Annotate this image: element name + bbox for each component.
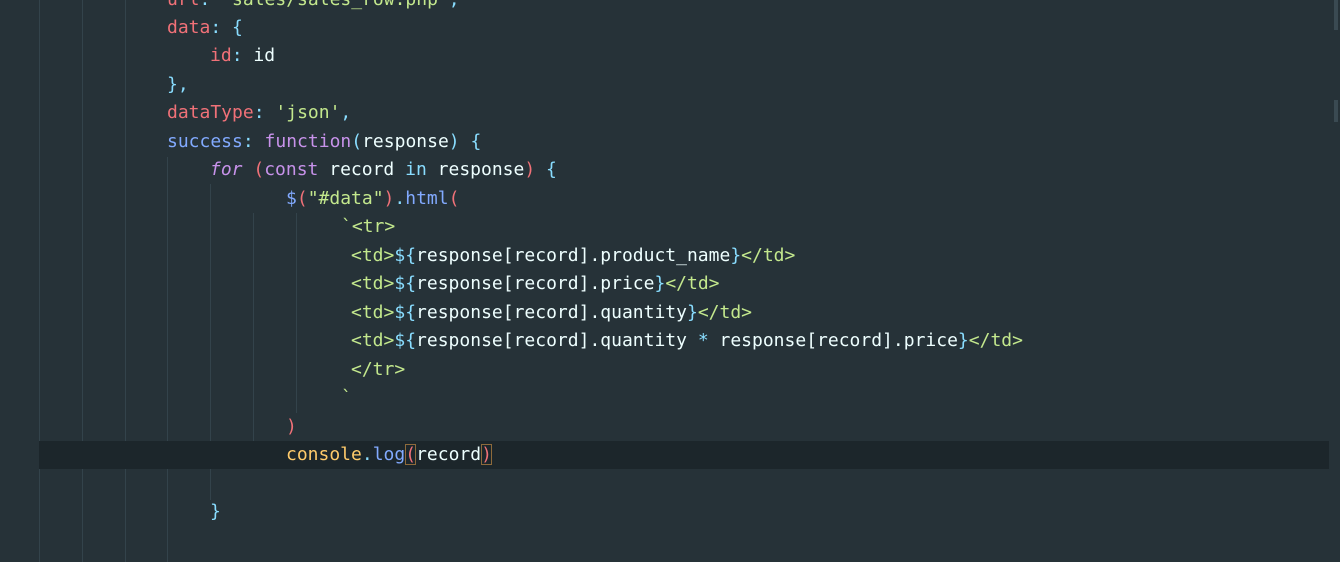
code-token: <td> bbox=[351, 273, 395, 294]
code-token: ( bbox=[253, 159, 265, 180]
code-line[interactable]: $("#data").html( bbox=[0, 185, 1340, 213]
code-token: response bbox=[437, 159, 525, 180]
code-token: function bbox=[264, 131, 352, 152]
code-token: </td> bbox=[697, 302, 753, 323]
code-token: ${ bbox=[394, 302, 417, 323]
code-token: : bbox=[242, 131, 254, 152]
code-token: <td> bbox=[351, 302, 395, 323]
code-token: ${ bbox=[394, 245, 417, 266]
code-token: } bbox=[957, 330, 969, 351]
code-token: ` bbox=[341, 387, 352, 408]
scrollbar-thumb[interactable] bbox=[1334, 0, 1338, 30]
scrollbar-marker bbox=[1334, 100, 1338, 122]
code-token: { bbox=[546, 159, 557, 180]
code-token: url bbox=[167, 0, 200, 10]
code-token: record bbox=[329, 159, 395, 180]
code-token: ) bbox=[448, 131, 460, 152]
code-token: response[record].quantity bbox=[416, 330, 687, 351]
code-line[interactable]: for (const record in response) { bbox=[0, 156, 1340, 184]
code-token: id bbox=[210, 45, 232, 66]
code-token: for bbox=[210, 159, 243, 180]
code-token: }, bbox=[167, 74, 189, 95]
code-token: html bbox=[405, 188, 449, 209]
code-line[interactable]: dataType: 'json', bbox=[0, 99, 1340, 127]
code-token: ( bbox=[448, 188, 460, 209]
code-line[interactable]: success: function(response) { bbox=[0, 128, 1340, 156]
code-line[interactable]: url: 'sales/sales_row.php', bbox=[0, 0, 1340, 14]
code-line[interactable]: id: id bbox=[0, 42, 1340, 70]
code-token: response[record].quantity bbox=[416, 302, 687, 323]
code-token: ) bbox=[286, 416, 297, 437]
code-line[interactable]: } bbox=[0, 498, 1340, 526]
code-token: "#data" bbox=[307, 188, 384, 209]
code-line[interactable]: data: { bbox=[0, 14, 1340, 42]
code-token: , bbox=[340, 102, 352, 123]
code-token: ` bbox=[341, 216, 352, 237]
code-token: log bbox=[372, 444, 406, 465]
code-token: ( bbox=[296, 188, 308, 209]
code-token: : bbox=[253, 102, 265, 123]
code-token: </td> bbox=[665, 273, 720, 294]
code-token: , bbox=[449, 0, 460, 10]
code-token: ) bbox=[383, 188, 395, 209]
code-token: in bbox=[405, 159, 427, 180]
code-token: <tr> bbox=[351, 216, 396, 237]
code-token: : bbox=[210, 17, 222, 38]
code-line[interactable]: }, bbox=[0, 71, 1340, 99]
code-token: { bbox=[470, 131, 482, 152]
code-token: response[record].price bbox=[416, 273, 655, 294]
code-line[interactable]: <td>${response[record].quantity * respon… bbox=[0, 327, 1340, 355]
code-token: ${ bbox=[394, 273, 417, 294]
code-line[interactable]: </tr> bbox=[0, 356, 1340, 384]
code-token: <td> bbox=[351, 245, 395, 266]
code-line[interactable]: ` bbox=[0, 384, 1340, 412]
code-token: : bbox=[231, 45, 243, 66]
code-line[interactable]: <td>${response[record].product_name}</td… bbox=[0, 242, 1340, 270]
code-editor[interactable]: url: 'sales/sales_row.php', data: { id: … bbox=[0, 0, 1340, 562]
code-token: ${ bbox=[394, 330, 417, 351]
code-token: dataType bbox=[167, 102, 254, 123]
code-token: 'sales/sales_row.php' bbox=[221, 0, 449, 10]
code-token: : bbox=[200, 0, 211, 10]
code-token: record bbox=[416, 444, 482, 465]
code-token: </td> bbox=[741, 245, 796, 266]
code-token: } bbox=[654, 273, 666, 294]
code-token: 'json' bbox=[275, 102, 341, 123]
code-token: success bbox=[167, 131, 243, 152]
code-token: data bbox=[167, 17, 211, 38]
code-token: </td> bbox=[968, 330, 1023, 351]
code-line[interactable]: `<tr> bbox=[0, 213, 1340, 241]
code-token: </tr> bbox=[351, 359, 406, 380]
code-token: } bbox=[730, 245, 742, 266]
code-token: response[record].price bbox=[719, 330, 958, 351]
vertical-scrollbar[interactable] bbox=[1330, 0, 1340, 562]
bracket-match-close: ) bbox=[481, 444, 492, 465]
code-token: <td> bbox=[351, 330, 395, 351]
code-token: . bbox=[394, 188, 406, 209]
code-token: response bbox=[362, 131, 449, 152]
code-token: console bbox=[286, 444, 362, 465]
code-line[interactable]: ) bbox=[0, 413, 1340, 441]
code-line[interactable]: <td>${response[record].price}</td> bbox=[0, 270, 1340, 298]
code-line[interactable]: <td>${response[record].quantity}</td> bbox=[0, 299, 1340, 327]
code-line-active[interactable]: console.log(record) bbox=[0, 441, 1340, 469]
code-token: $ bbox=[286, 188, 297, 209]
code-token: } bbox=[686, 302, 698, 323]
code-token: response[record].product_name bbox=[416, 245, 731, 266]
code-token: ) bbox=[524, 159, 536, 180]
bracket-match-open: ( bbox=[405, 444, 417, 465]
code-token: { bbox=[232, 17, 243, 38]
code-token: id bbox=[253, 45, 276, 66]
code-token: ( bbox=[351, 131, 363, 152]
code-token: } bbox=[210, 501, 221, 522]
code-token: * bbox=[686, 330, 720, 351]
code-token: . bbox=[361, 444, 373, 465]
code-token: const bbox=[264, 159, 319, 180]
